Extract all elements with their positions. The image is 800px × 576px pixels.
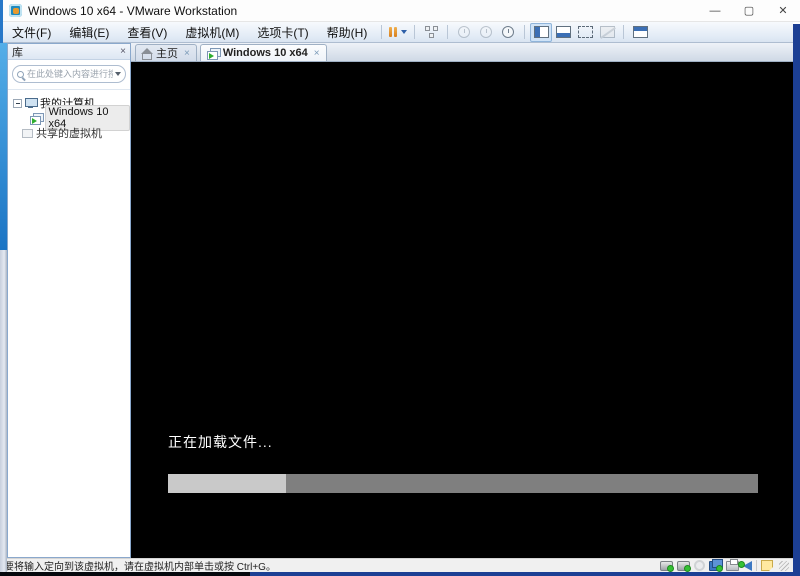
pause-icon: [389, 27, 398, 37]
tree-item-windows10[interactable]: Windows 10 x64: [8, 105, 130, 131]
menu-bar: 文件(F) 编辑(E) 查看(V) 虚拟机(M) 选项卡(T) 帮助(H): [3, 22, 793, 43]
tab-home[interactable]: 主页 ×: [135, 44, 197, 61]
library-search-area: [8, 60, 130, 90]
status-bar: 要将输入定向到该虚拟机，请在虚拟机内部单击或按 Ctrl+G。: [0, 558, 793, 573]
menu-edit[interactable]: 编辑(E): [60, 22, 118, 42]
menu-vm[interactable]: 虚拟机(M): [176, 22, 248, 42]
desktop-edge-left-thin: [0, 0, 3, 43]
manage-snapshots-icon: [502, 26, 515, 38]
unity-mode-button[interactable]: [596, 23, 618, 42]
toolbar-separator: [524, 25, 526, 39]
status-separator: [756, 560, 757, 571]
vm-console-screen[interactable]: 正在加载文件...: [131, 62, 793, 558]
library-header: 库 ×: [8, 44, 130, 60]
show-thumbnail-bar-button[interactable]: [552, 23, 574, 42]
message-log-icon[interactable]: [761, 560, 773, 571]
boot-progress-bar: [168, 474, 758, 493]
printer-icon[interactable]: [726, 558, 739, 571]
desktop-edge-left-bottom: [0, 250, 7, 572]
vmware-workstation-window: Windows 10 x64 - VMware Workstation — ▢ …: [0, 0, 800, 576]
console-view-button[interactable]: [629, 23, 651, 42]
fullscreen-button[interactable]: [574, 23, 596, 42]
menu-tabs[interactable]: 选项卡(T): [248, 22, 317, 42]
tab-windows10[interactable]: Windows 10 x64 ×: [199, 44, 327, 61]
library-title: 库: [12, 46, 23, 59]
resize-grip[interactable]: [779, 560, 789, 571]
power-dropdown-icon[interactable]: [401, 30, 408, 34]
cd-dvd-icon[interactable]: [694, 560, 705, 571]
toolbar-separator: [381, 25, 383, 39]
collapse-icon[interactable]: [13, 98, 22, 108]
maximize-button[interactable]: ▢: [732, 0, 766, 21]
show-library-button[interactable]: [530, 22, 553, 42]
toolbar-separator: [414, 25, 416, 39]
thumbnail-bar-icon: [555, 26, 571, 38]
hard-disk-2-icon[interactable]: [677, 560, 691, 572]
minimize-button[interactable]: —: [698, 0, 732, 21]
title-bar: Windows 10 x64 - VMware Workstation — ▢ …: [0, 0, 800, 22]
send-ctrl-alt-del-button[interactable]: [420, 23, 442, 42]
revert-snapshot-button[interactable]: [475, 23, 497, 42]
toolbar-separator: [447, 25, 449, 39]
window-controls: — ▢ ✕: [698, 0, 800, 21]
ctrl-alt-del-icon: [424, 26, 438, 38]
network-adapter-icon[interactable]: [709, 558, 723, 572]
window-title: Windows 10 x64 - VMware Workstation: [28, 3, 238, 18]
desktop-edge-right: [793, 24, 800, 576]
menu-view[interactable]: 查看(V): [118, 22, 176, 42]
hard-disk-icon[interactable]: [660, 560, 674, 572]
boot-progress-fill: [168, 474, 286, 493]
manage-snapshots-button[interactable]: [497, 23, 519, 42]
status-message: 要将输入定向到该虚拟机，请在虚拟机内部单击或按 Ctrl+G。: [4, 562, 276, 573]
library-search-box[interactable]: [12, 65, 126, 83]
tab-windows10-close-icon[interactable]: ×: [314, 48, 320, 59]
search-icon: [17, 70, 24, 78]
library-close-icon[interactable]: ×: [120, 46, 126, 57]
shared-vms-icon: [22, 128, 33, 138]
console-view-icon: [632, 26, 648, 38]
menu-file[interactable]: 文件(F): [3, 22, 60, 42]
tab-strip: 主页 × Windows 10 x64 ×: [131, 43, 793, 62]
vm-console-icon: [206, 48, 221, 60]
menu-help[interactable]: 帮助(H): [318, 22, 377, 42]
revert-snapshot-icon: [480, 26, 493, 38]
computer-icon: [25, 98, 38, 108]
fullscreen-icon: [577, 26, 593, 38]
home-icon: [141, 47, 153, 60]
close-button[interactable]: ✕: [766, 0, 800, 21]
take-snapshot-button[interactable]: [453, 23, 475, 42]
sound-icon[interactable]: [738, 560, 752, 571]
vmware-logo-icon: [9, 4, 22, 17]
tab-windows10-label: Windows 10 x64: [222, 47, 308, 59]
search-input[interactable]: [27, 69, 113, 79]
desktop-edge-left-top: [0, 43, 7, 250]
device-status-icons: [660, 558, 789, 572]
take-snapshot-icon: [458, 26, 471, 38]
vm-tree: 我的计算机 Windows 10 x64 共享的虚拟机: [8, 90, 130, 557]
pause-vm-button[interactable]: [387, 23, 409, 42]
toolbar-separator: [623, 25, 625, 39]
tab-home-label: 主页: [156, 48, 178, 60]
library-panel: 库 × 我的计算机 Windows 10 x64 共享的虚拟机: [7, 43, 131, 558]
unity-mode-icon: [599, 26, 615, 38]
search-dropdown-icon[interactable]: [115, 72, 121, 76]
tree-item-shared-vms-label: 共享的虚拟机: [36, 128, 102, 140]
tab-home-close-icon[interactable]: ×: [184, 48, 190, 59]
library-panel-icon: [533, 26, 549, 38]
desktop-edge-bottom-dark: [0, 572, 250, 576]
boot-loading-text: 正在加载文件...: [168, 434, 273, 450]
vm-icon: [30, 113, 44, 125]
desktop-edge-bottom-blue: [250, 572, 800, 576]
